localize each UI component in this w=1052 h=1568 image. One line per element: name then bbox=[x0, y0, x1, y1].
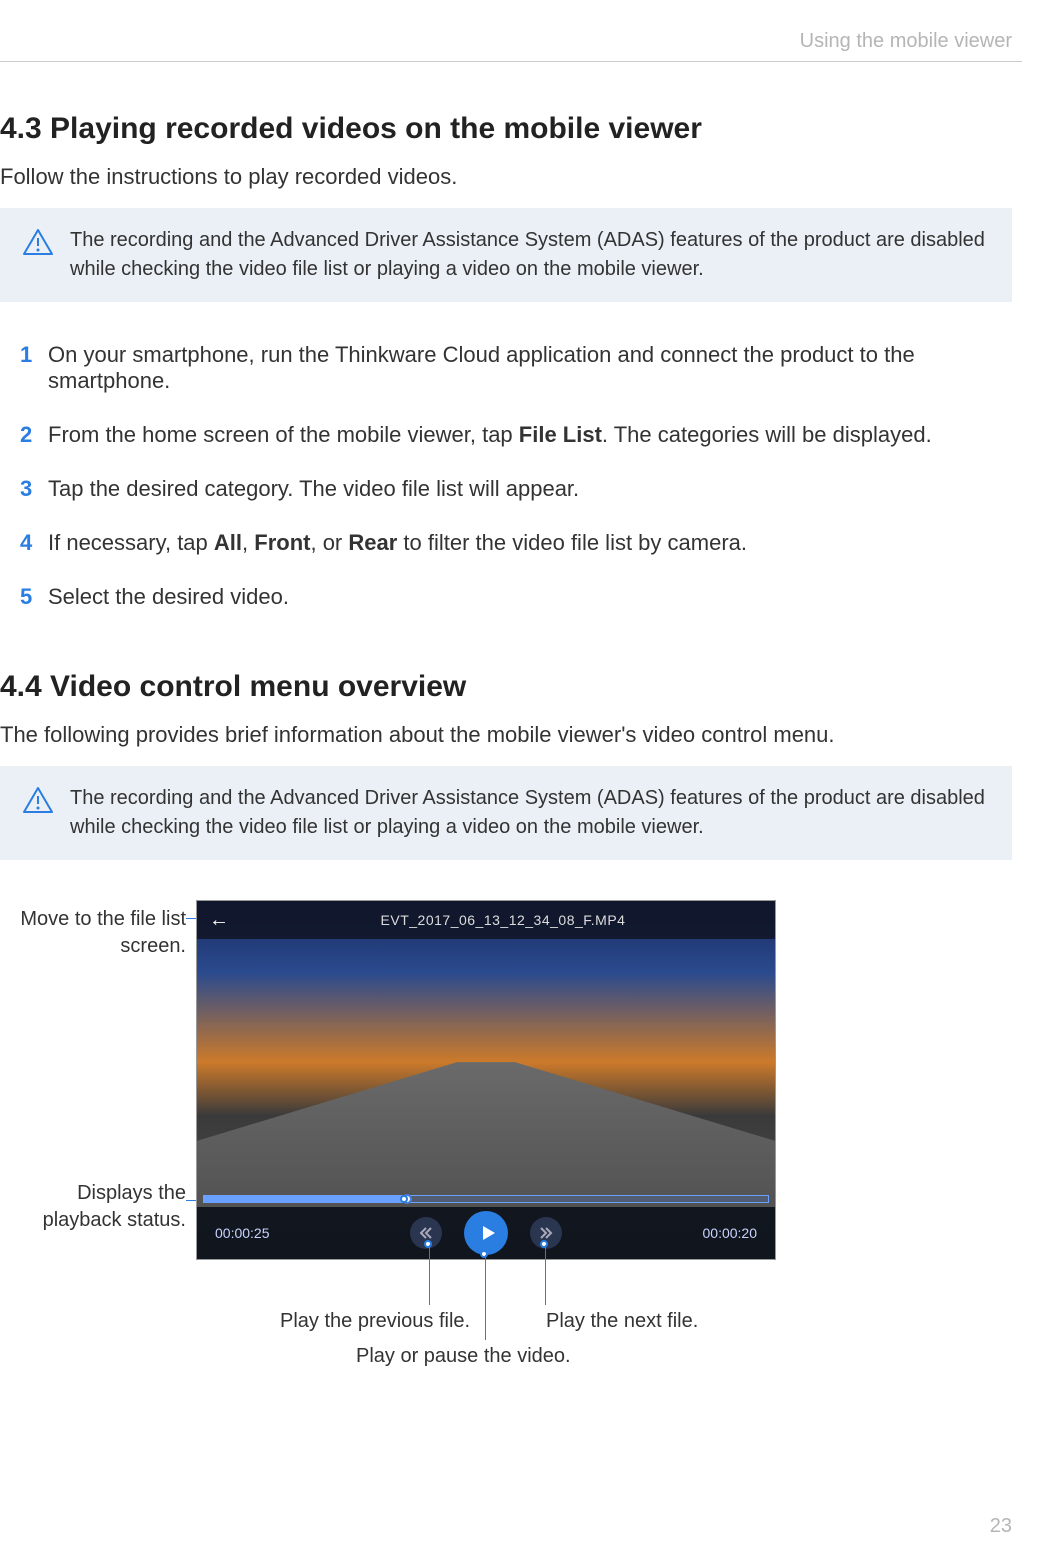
page-number: 23 bbox=[990, 1515, 1012, 1538]
section-title-44: 4.4 Video control menu overview bbox=[0, 670, 1012, 704]
callout-next: Play the next file. bbox=[546, 1308, 698, 1335]
section-intro-43: Follow the instructions to play recorded… bbox=[0, 164, 1012, 190]
step-2: 2 From the home screen of the mobile vie… bbox=[20, 422, 1012, 448]
callout-prev: Play the previous file. bbox=[280, 1308, 470, 1335]
callout-playpause: Play or pause the video. bbox=[356, 1343, 571, 1370]
elapsed-time: 00:00:25 bbox=[215, 1225, 270, 1241]
step-text: From the home screen of the mobile viewe… bbox=[48, 422, 932, 448]
player-topbar: ← EVT_2017_06_13_12_34_08_F.MP4 bbox=[197, 901, 775, 939]
step-text: On your smartphone, run the Thinkware Cl… bbox=[48, 342, 1012, 394]
info-text: The recording and the Advanced Driver As… bbox=[70, 229, 985, 280]
callout-progress: Displays the playback status. bbox=[0, 1180, 186, 1234]
step-3: 3 Tap the desired category. The video fi… bbox=[20, 476, 1012, 502]
play-pause-button[interactable] bbox=[464, 1211, 508, 1255]
step-1: 1 On your smartphone, run the Thinkware … bbox=[20, 342, 1012, 394]
step-number: 1 bbox=[20, 342, 48, 394]
info-callout-44: The recording and the Advanced Driver As… bbox=[0, 766, 1012, 860]
step-number: 4 bbox=[20, 530, 48, 556]
back-icon[interactable]: ← bbox=[209, 909, 229, 932]
warning-icon bbox=[22, 228, 54, 256]
video-control-diagram: Move to the file list screen. Displays t… bbox=[0, 900, 1012, 1420]
step-number: 3 bbox=[20, 476, 48, 502]
step-number: 5 bbox=[20, 584, 48, 610]
callout-back: Move to the file list screen. bbox=[0, 906, 186, 960]
steps-list: 1 On your smartphone, run the Thinkware … bbox=[20, 342, 1012, 610]
step-4: 4 If necessary, tap All, Front, or Rear … bbox=[20, 530, 1012, 556]
step-text: If necessary, tap All, Front, or Rear to… bbox=[48, 530, 747, 556]
info-callout-43: The recording and the Advanced Driver As… bbox=[0, 208, 1012, 302]
step-5: 5 Select the desired video. bbox=[20, 584, 1012, 610]
step-text: Tap the desired category. The video file… bbox=[48, 476, 579, 502]
section-intro-44: The following provides brief information… bbox=[0, 722, 1012, 748]
section-title-43: 4.3 Playing recorded videos on the mobil… bbox=[0, 112, 1012, 146]
remaining-time: 00:00:20 bbox=[703, 1225, 758, 1241]
seek-bar[interactable] bbox=[203, 1195, 769, 1203]
video-player: ← EVT_2017_06_13_12_34_08_F.MP4 00:00:25 bbox=[196, 900, 776, 1260]
step-number: 2 bbox=[20, 422, 48, 448]
player-filename: EVT_2017_06_13_12_34_08_F.MP4 bbox=[243, 912, 763, 928]
step-text: Select the desired video. bbox=[48, 584, 289, 610]
chapter-header: Using the mobile viewer bbox=[0, 30, 1022, 62]
info-text: The recording and the Advanced Driver As… bbox=[70, 787, 985, 838]
warning-icon bbox=[22, 786, 54, 814]
